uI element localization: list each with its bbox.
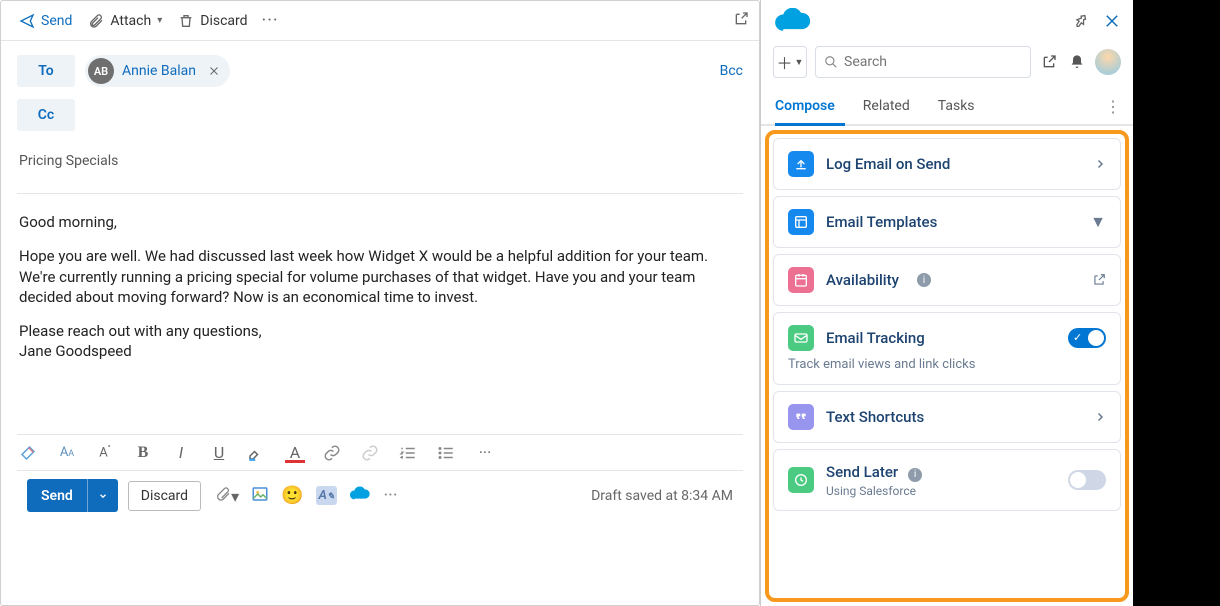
- highlight-icon[interactable]: [247, 444, 267, 462]
- send-button[interactable]: Send: [27, 479, 118, 512]
- formatting-toolbar: AA A° B I U A ···: [17, 434, 743, 470]
- font-size-icon[interactable]: A°: [95, 444, 115, 460]
- draft-saved-label: Draft saved at 8:34 AM: [591, 488, 733, 504]
- card-templates[interactable]: Email Templates ▼: [773, 196, 1121, 248]
- chevron-down-icon: ▾: [157, 15, 162, 26]
- card-tracking[interactable]: Email Tracking ✓ Track email views and l…: [773, 312, 1121, 385]
- send-later-toggle[interactable]: ✓: [1068, 470, 1106, 490]
- bold-icon[interactable]: B: [133, 444, 153, 462]
- more-actions-icon[interactable]: ···: [262, 10, 279, 31]
- chevron-right-icon: [1094, 411, 1106, 423]
- sf-header: [761, 0, 1133, 46]
- link-icon[interactable]: [323, 444, 343, 462]
- template-icon: [788, 209, 814, 235]
- compose-cards: Log Email on Send Email Templates ▼ Avai…: [765, 130, 1129, 602]
- avatar: AB: [88, 58, 114, 84]
- black-strip: [1133, 0, 1220, 606]
- italic-icon[interactable]: I: [171, 443, 191, 462]
- unlink-icon[interactable]: [361, 444, 381, 462]
- quote-icon: [788, 404, 814, 430]
- attach-button[interactable]: Attach ▾: [80, 9, 170, 33]
- cc-row: Cc: [17, 99, 743, 131]
- salesforce-logo-icon: [773, 8, 813, 38]
- to-button[interactable]: To: [17, 55, 75, 87]
- sensitivity-icon[interactable]: A✎: [316, 486, 338, 505]
- card-shortcuts[interactable]: Text Shortcuts: [773, 391, 1121, 443]
- discard-button[interactable]: Discard: [128, 481, 201, 511]
- sf-tool-row: ＋▼: [761, 46, 1133, 88]
- tab-tasks[interactable]: Tasks: [924, 88, 989, 124]
- send-bar: Send Discard ▾ 🙂 A✎ ··· Dra: [17, 470, 743, 520]
- email-body[interactable]: Good morning, Hope you are well. We had …: [17, 194, 743, 434]
- sendbar-more-icon[interactable]: ···: [383, 485, 397, 506]
- format-more-icon[interactable]: ···: [475, 443, 495, 462]
- salesforce-cloud-icon[interactable]: [349, 486, 371, 506]
- cc-button[interactable]: Cc: [17, 99, 75, 131]
- upload-icon: [788, 151, 814, 177]
- font-color-icon[interactable]: A: [285, 443, 305, 462]
- sf-tabs: Compose Related Tasks ⋮: [761, 88, 1133, 126]
- image-icon[interactable]: [251, 485, 269, 507]
- tab-compose[interactable]: Compose: [761, 88, 849, 124]
- search-icon: [824, 55, 838, 69]
- chevron-right-icon: [1094, 158, 1106, 170]
- calendar-icon: [788, 267, 814, 293]
- search-input[interactable]: [815, 46, 1031, 78]
- format-painter-icon[interactable]: [19, 444, 39, 462]
- pin-icon[interactable]: [1073, 13, 1089, 33]
- to-row: To AB Annie Balan Bcc: [17, 55, 743, 87]
- open-external-icon: [1092, 273, 1106, 287]
- popout-icon[interactable]: [733, 11, 749, 31]
- font-icon[interactable]: AA: [57, 445, 77, 460]
- numbered-list-icon[interactable]: [399, 444, 419, 462]
- remove-recipient-icon[interactable]: [208, 62, 220, 81]
- compose-toolbar: Send Attach ▾ Discard ···: [1, 1, 759, 41]
- recipient-name: Annie Balan: [122, 63, 196, 79]
- recipient-chip[interactable]: AB Annie Balan: [85, 55, 230, 87]
- tab-overflow-icon[interactable]: ⋮: [1093, 97, 1133, 116]
- caret-down-icon: ▼: [1090, 212, 1106, 232]
- card-log-email[interactable]: Log Email on Send: [773, 138, 1121, 190]
- card-send-later[interactable]: Send Later i Using Salesforce ✓: [773, 449, 1121, 511]
- tracking-toggle[interactable]: ✓: [1068, 328, 1106, 348]
- salesforce-panel: ＋▼ Compose Related Tasks ⋮ Log Email on …: [760, 0, 1133, 606]
- send-later-sub: Using Salesforce: [826, 484, 922, 498]
- user-avatar[interactable]: [1095, 49, 1121, 75]
- card-availability[interactable]: Availability i: [773, 254, 1121, 306]
- attach-icon[interactable]: ▾: [215, 486, 239, 506]
- emoji-icon[interactable]: 🙂: [281, 485, 303, 506]
- tracking-desc: Track email views and link clicks: [788, 357, 975, 372]
- discard-link[interactable]: Discard: [170, 9, 255, 33]
- bullet-list-icon[interactable]: [437, 444, 457, 462]
- add-button[interactable]: ＋▼: [773, 46, 807, 78]
- tracking-icon: [788, 325, 814, 351]
- tab-related[interactable]: Related: [849, 88, 924, 124]
- bell-icon[interactable]: [1067, 54, 1087, 70]
- clock-icon: [788, 467, 814, 493]
- info-icon[interactable]: i: [917, 273, 931, 287]
- close-icon[interactable]: [1103, 11, 1121, 35]
- external-link-icon[interactable]: [1039, 54, 1059, 70]
- info-icon[interactable]: i: [908, 468, 922, 482]
- bcc-button[interactable]: Bcc: [720, 63, 743, 79]
- underline-icon[interactable]: U: [209, 443, 229, 462]
- send-link[interactable]: Send: [11, 9, 80, 33]
- send-dropdown-icon[interactable]: [87, 479, 118, 512]
- outlook-compose-window: Send Attach ▾ Discard ··· To AB Annie Ba…: [0, 0, 760, 606]
- subject-field[interactable]: Pricing Specials: [17, 143, 743, 194]
